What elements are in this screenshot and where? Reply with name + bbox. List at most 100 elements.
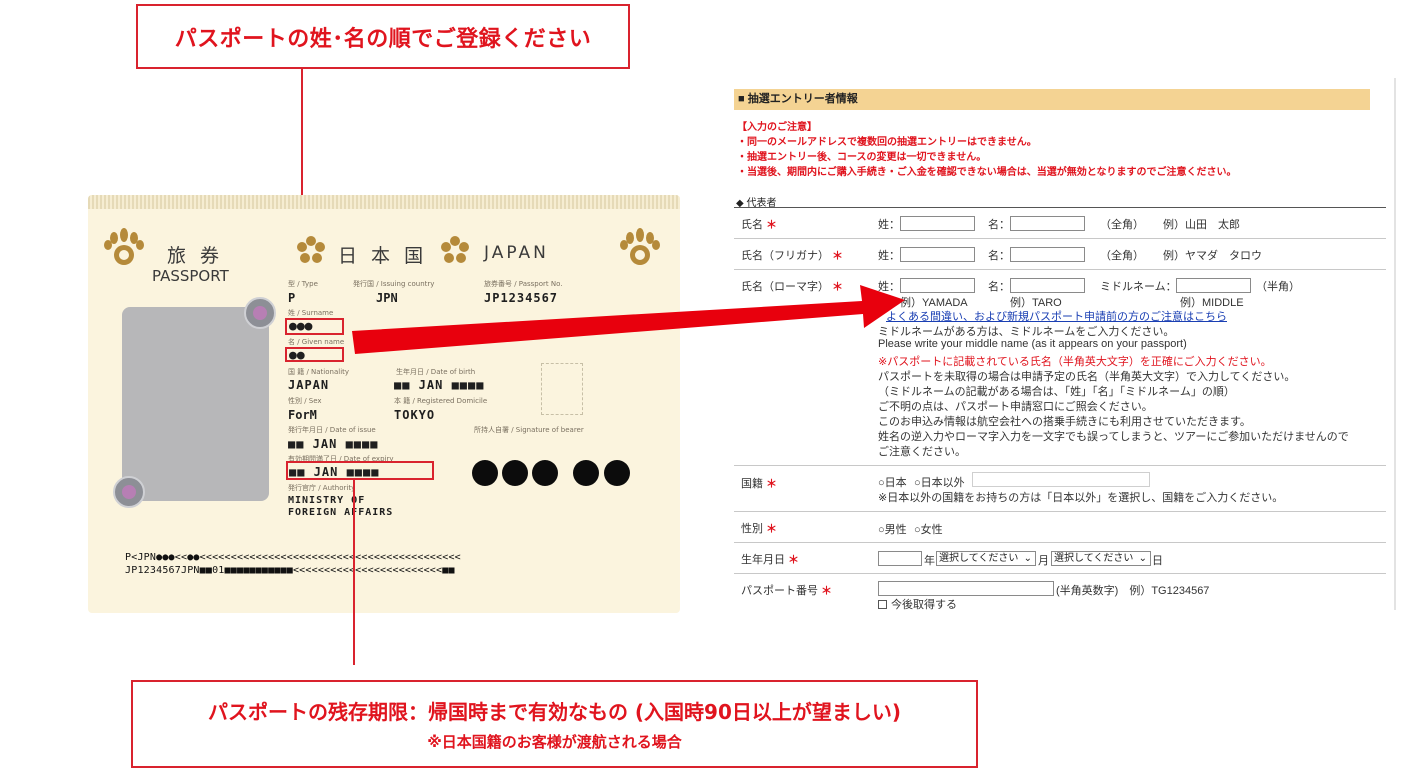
select-value: 選択してください	[939, 553, 1019, 564]
passport-photo	[122, 307, 269, 501]
note-line: 【入力のご注意】	[737, 122, 817, 133]
passport-title-jp: 旅 券	[167, 245, 224, 267]
callout-expiry-line1: パスポートの残存期限：帰国時まで有効なもの (入国時90日以上が望ましい)	[207, 700, 902, 724]
chrysanthemum-crest-left-icon	[104, 228, 144, 265]
will-obtain-checkbox[interactable]: 今後取得する	[878, 596, 957, 612]
select-value: 選択してください	[1054, 553, 1134, 564]
flower-emblem-right-icon	[441, 236, 469, 263]
label-sex: 性別 / Sex	[288, 397, 322, 405]
roman-mei-input[interactable]	[1010, 278, 1085, 293]
row-nationality-label: 国籍＊	[734, 466, 872, 511]
mrz-line-1: P<JPN●●●<<●●<<<<<<<<<<<<<<<<<<<<<<<<<<<<…	[125, 552, 461, 563]
label-nationality: 国 籍 / Nationality	[288, 368, 350, 376]
label-text: 生年月日	[741, 554, 785, 566]
dob-month-select[interactable]: 選択してください ⌄	[936, 551, 1036, 566]
dob-day-select[interactable]: 選択してください ⌄	[1051, 551, 1151, 566]
middle-label: ミドルネーム：	[1100, 281, 1177, 293]
name-example: 例）山田 太郎	[1163, 219, 1240, 231]
required-mark: ＊	[832, 250, 843, 262]
callout-bottom-connector	[353, 480, 355, 665]
roman-note-line: ご注意ください。	[878, 446, 966, 458]
roman-note-line: このお申込み情報は航空会社への搭乗手続きにも利用させていただきます。	[878, 416, 1251, 428]
roman-note-line: （ミドルネームの記載がある場合は、「姓」「名」「ミドルネーム」の順）	[878, 386, 1235, 398]
row-nationality: 国籍＊ ○日本 ○日本以外 ※日本以外の国籍をお持ちの方は「日本以外」を選択し、…	[734, 466, 1386, 512]
label-text: 氏名（ローマ字）	[741, 281, 829, 293]
signature-redacted	[532, 460, 558, 486]
nationality-input[interactable]	[972, 472, 1150, 487]
highlight-surname	[285, 318, 344, 335]
passport-number-input[interactable]	[878, 581, 1054, 596]
mei-label: 名：	[988, 250, 1010, 262]
chevron-down-icon: ⌄	[1138, 553, 1147, 564]
callout-name-order-text: パスポートの姓･名の順でご登録ください	[174, 26, 592, 52]
required-mark: ＊	[766, 478, 777, 490]
label-text: 氏名	[741, 219, 763, 231]
dob-year-input[interactable]	[878, 551, 922, 566]
roman-middle-input[interactable]	[1176, 278, 1251, 293]
checkbox-icon	[878, 600, 887, 609]
row-dob: 生年月日＊ 年 選択してください ⌄ 月 選択してください ⌄ 日	[734, 543, 1386, 574]
sei-label: 姓：	[878, 219, 900, 231]
mrz-line-2: JP1234567JPN■■01■■■■■■■■■■■<<<<<<<<<<<<<…	[125, 565, 455, 576]
middle-instruction: ミドルネームがある方は、ミドルネームをご入力ください。	[878, 326, 1175, 338]
nationality-other-radio[interactable]: ○日本以外	[914, 474, 965, 490]
nationality-japan-radio[interactable]: ○日本	[878, 474, 907, 490]
label-type: 型 / Type	[288, 280, 318, 288]
row-kana: 氏名（フリガナ）＊ 姓： 名： （全角） 例）ヤマダ タロウ	[734, 239, 1386, 270]
mei-label: 名：	[988, 281, 1010, 293]
highlight-expiry	[286, 461, 434, 480]
required-mark: ＊	[788, 554, 799, 566]
kana-mei-input[interactable]	[1010, 247, 1085, 262]
roman-sei-input[interactable]	[900, 278, 975, 293]
callout-name-order: パスポートの姓･名の順でご登録ください	[136, 4, 630, 69]
callout-expiry: パスポートの残存期限：帰国時まで有効なもの (入国時90日以上が望ましい) ※日…	[131, 680, 978, 768]
note-line: ・当選後、期間内にご購入手続き・ご入金を確認できない場合は、当選が無効となります…	[737, 167, 1237, 178]
name-mei-input[interactable]	[1010, 216, 1085, 231]
chevron-down-icon: ⌄	[1023, 553, 1032, 564]
passport-pattern	[88, 195, 680, 209]
row-sex: 性別＊ ○男性 ○女性	[734, 512, 1386, 543]
signature-redacted	[604, 460, 630, 486]
section-title: ■ 抽選エントリー者情報	[734, 89, 1370, 110]
value-nationality: JAPAN	[288, 378, 330, 392]
row-passport-number-label: パスポート番号＊	[734, 574, 872, 611]
roman-note-line: パスポートを未取得の場合は申請予定の氏名（半角英大文字）で入力してください。	[878, 371, 1296, 383]
label-surname: 姓 / Surname	[288, 309, 334, 317]
sex-female-radio[interactable]: ○女性	[914, 521, 943, 537]
seal-top-icon	[244, 297, 276, 329]
label-signature: 所持人自署 / Signature of bearer	[474, 426, 584, 434]
sei-label: 姓：	[878, 281, 900, 293]
row-roman-label: 氏名（ローマ字）＊	[734, 270, 872, 465]
label-issuing-country: 発行国 / Issuing country	[353, 280, 435, 288]
kana-sei-input[interactable]	[900, 247, 975, 262]
sei-label: 姓：	[878, 250, 900, 262]
nationality-note: ※日本以外の国籍をお持ちの方は「日本以外」を選択し、国籍をご入力ください。	[878, 492, 1284, 504]
fullwidth-note: （全角）	[1100, 250, 1144, 262]
value-domicile: TOKYO	[394, 408, 436, 422]
required-mark: ＊	[832, 281, 843, 293]
sex-male-radio[interactable]: ○男性	[878, 521, 907, 537]
value-passport-no: JP1234567	[484, 291, 559, 305]
kana-example: 例）ヤマダ タロウ	[1163, 250, 1262, 262]
value-authority-line2: FOREIGN AFFAIRS	[288, 507, 394, 518]
passport-country-en: JAPAN	[484, 243, 549, 263]
row-sex-label: 性別＊	[734, 512, 872, 542]
signature-redacted	[472, 460, 498, 486]
passport-title-en: PASSPORT	[152, 267, 229, 285]
seal-bottom-icon	[113, 476, 145, 508]
year-label: 年	[924, 555, 935, 567]
chrysanthemum-crest-right-icon	[620, 228, 660, 265]
day-label: 日	[1152, 555, 1163, 567]
row-name: 氏名＊ 姓： 名： （全角） 例）山田 太郎	[734, 208, 1386, 239]
value-type: P	[288, 291, 296, 305]
required-mark: ＊	[766, 219, 777, 231]
required-mark: ＊	[821, 585, 832, 597]
label-date-of-issue: 発行年月日 / Date of issue	[288, 426, 376, 434]
label-text: 氏名（フリガナ）	[741, 250, 829, 262]
name-sei-input[interactable]	[900, 216, 975, 231]
required-mark: ＊	[766, 523, 777, 535]
passport-name-warning: ※パスポートに記載されている氏名（半角英大文字）を正確にご入力ください。	[878, 356, 1272, 368]
middle-instruction-en: Please write your middle name (as it app…	[878, 338, 1187, 350]
passport-number-note: (半角英数字) 例）TG1234567	[1056, 585, 1210, 597]
faq-link[interactable]: よくある間違い、および新規パスポート申請前の方のご注意はこちら	[878, 308, 1227, 324]
